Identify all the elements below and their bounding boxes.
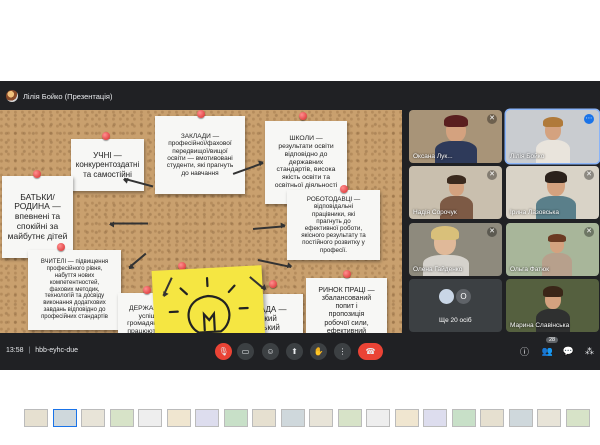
meeting-details-button[interactable]: ⓘ xyxy=(518,345,531,358)
participant-tile[interactable]: ✕ Ірина Лазовська xyxy=(506,166,599,219)
more-participants-tile[interactable]: О Ще 20 осіб xyxy=(409,279,502,332)
mic-off-icon: ✕ xyxy=(487,114,497,124)
mic-off-icon: 🎙 xyxy=(218,347,229,356)
window-thumbnail[interactable] xyxy=(81,409,105,427)
speaking-icon: ⋯ xyxy=(584,114,594,124)
arrow xyxy=(257,259,292,268)
mic-off-icon: ✕ xyxy=(487,227,497,237)
taskbar-thumbnails xyxy=(0,403,600,431)
participant-tile[interactable]: ✕ Оксана Лук... xyxy=(409,110,502,163)
emoji-icon: ☺ xyxy=(266,347,275,356)
window-thumbnail[interactable] xyxy=(508,409,533,427)
window-thumbnail[interactable] xyxy=(394,409,419,427)
participant-tile[interactable]: ✕ Олена Гайденко xyxy=(409,223,502,276)
present-button[interactable]: ⬆ xyxy=(286,343,303,360)
camera-icon: ▭ xyxy=(241,347,250,356)
window-thumbnail[interactable] xyxy=(451,409,476,427)
arrow xyxy=(252,225,285,230)
activities-icon: ⁂ xyxy=(585,346,594,356)
lightbulb-icon xyxy=(168,276,249,333)
more-vert-icon: ⋮ xyxy=(338,347,347,356)
participant-name: Лілія Бойко xyxy=(510,153,545,160)
people-count-badge: 28 xyxy=(546,337,559,343)
participant-tile[interactable]: Марина Славінська xyxy=(506,279,599,332)
avatar xyxy=(439,289,454,304)
window-thumbnail[interactable] xyxy=(166,409,191,427)
window-thumbnail[interactable] xyxy=(195,409,219,427)
reactions-button[interactable]: ☺ xyxy=(262,343,279,360)
note-institutions: ЗАКЛАДИ — професійної/фахової передвищої… xyxy=(155,116,245,194)
window-thumbnail[interactable] xyxy=(24,409,48,427)
arrow xyxy=(128,253,147,269)
window-thumbnail[interactable] xyxy=(480,409,504,427)
clock: 13:58 xyxy=(6,347,24,354)
present-icon: ⬆ xyxy=(291,347,298,356)
participant-name: Надія Сорочук xyxy=(413,209,457,216)
people-icon: 👥 xyxy=(541,346,554,356)
activities-button[interactable]: ⁂ xyxy=(583,345,596,358)
meeting-code: hbb-eyhc-due xyxy=(35,347,79,354)
participant-tile[interactable]: ✕ Надія Сорочук xyxy=(409,166,502,219)
pin xyxy=(340,185,348,193)
window-thumbnail[interactable] xyxy=(223,409,248,427)
window-thumbnail[interactable] xyxy=(109,409,134,427)
pin xyxy=(143,286,151,294)
lightbulb-sticky-note xyxy=(151,265,267,333)
avatar: О xyxy=(456,289,471,304)
pin xyxy=(299,112,307,120)
participant-name: Ольга Фатюк xyxy=(510,266,549,273)
presenter-bar: Лілія Бойко (Презентація) xyxy=(6,87,112,105)
pin xyxy=(269,280,277,288)
camera-toggle-button[interactable]: ▭ xyxy=(237,343,254,360)
meeting-info: 13:58 | hbb-eyhc-due xyxy=(6,347,79,354)
chat-button[interactable]: 💬 xyxy=(562,345,575,358)
note-teachers: ВЧИТЕЛІ — підвищення професійного рівня,… xyxy=(28,250,121,330)
arrow xyxy=(110,223,148,225)
chat-icon: 💬 xyxy=(562,346,575,356)
mic-off-icon: ✕ xyxy=(584,227,594,237)
window-thumbnail[interactable] xyxy=(366,409,390,427)
participant-name: Ірина Лазовська xyxy=(510,209,560,216)
meet-window: Лілія Бойко (Презентація) УЧНІ — конкуре… xyxy=(0,81,600,370)
pin xyxy=(343,270,351,278)
phone-hangup-icon: ☎ xyxy=(365,347,376,356)
info-icon: ⓘ xyxy=(519,347,529,357)
participant-name: Марина Славінська xyxy=(510,322,570,329)
raise-hand-button[interactable]: ✋ xyxy=(310,343,327,360)
participant-name: Оксана Лук... xyxy=(413,153,453,160)
pin xyxy=(197,110,205,118)
window-thumbnail[interactable] xyxy=(337,409,362,427)
window-thumbnail[interactable] xyxy=(309,409,333,427)
leave-call-button[interactable]: ☎ xyxy=(358,343,383,360)
note-labor-market: РИНОК ПРАЦІ — збалансований попит і проп… xyxy=(306,278,387,333)
window-thumbnail[interactable] xyxy=(52,409,77,427)
presenter-avatar xyxy=(6,90,18,102)
participant-tile[interactable]: ✕ Ольга Фатюк xyxy=(506,223,599,276)
more-participants-label: Ще 20 осіб xyxy=(439,317,472,324)
window-thumbnail[interactable] xyxy=(252,409,276,427)
participant-tile-active-speaker[interactable]: ⋯ Лілія Бойко xyxy=(506,110,599,163)
note-students: УЧНІ — конкурентоздатні та самостійні xyxy=(71,139,144,191)
window-thumbnail[interactable] xyxy=(565,409,590,427)
window-thumbnail[interactable] xyxy=(537,409,561,427)
mic-toggle-button[interactable]: 🎙 xyxy=(215,343,232,360)
participant-name: Олена Гайденко xyxy=(413,266,463,273)
window-thumbnail[interactable] xyxy=(138,409,162,427)
note-employers: РОБОТОДАВЦІ — відповідальні працівники, … xyxy=(287,190,380,260)
pin xyxy=(102,132,110,140)
people-button[interactable]: 👥 xyxy=(541,345,554,358)
more-options-button[interactable]: ⋮ xyxy=(334,343,351,360)
shared-presentation-slide: УЧНІ — конкурентоздатні та самостійні ЗА… xyxy=(0,110,402,333)
hand-icon: ✋ xyxy=(313,347,324,356)
window-thumbnail[interactable] xyxy=(280,409,305,427)
mic-off-icon: ✕ xyxy=(584,170,594,180)
pin xyxy=(57,243,65,251)
mic-off-icon: ✕ xyxy=(487,170,497,180)
presenter-label: Лілія Бойко (Презентація) xyxy=(23,91,113,101)
pin xyxy=(33,170,41,178)
window-thumbnail[interactable] xyxy=(423,409,447,427)
